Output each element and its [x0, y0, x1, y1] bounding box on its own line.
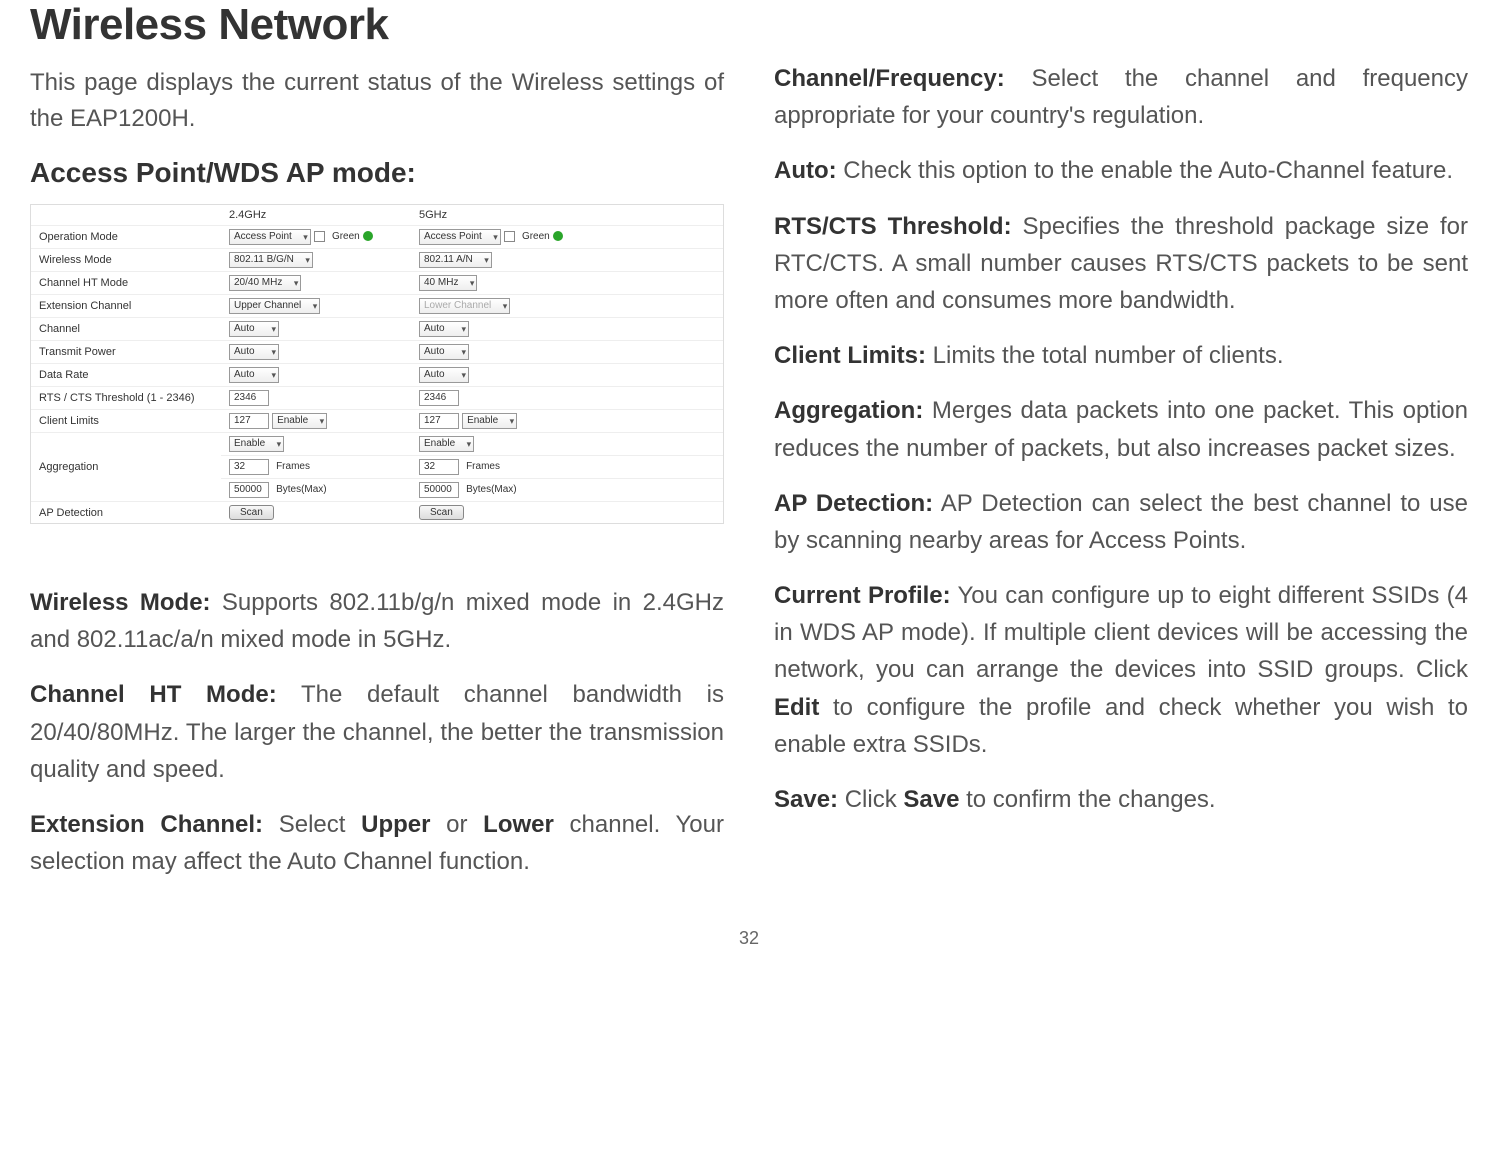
clients-24-input[interactable]: 127 [229, 413, 269, 429]
row-tx-power: Transmit Power [31, 341, 221, 364]
channel-ht-para: Channel HT Mode: The default channel ban… [30, 676, 724, 788]
curprof-label: Current Profile: [774, 582, 951, 609]
rts-24-input[interactable]: 2346 [229, 390, 269, 406]
upper-word: Upper [361, 811, 430, 838]
row-operation-mode: Operation Mode [31, 226, 221, 249]
col-5ghz: 5GHz [411, 205, 723, 226]
bytes-label: Bytes(Max) [466, 484, 517, 495]
mode-subheading: Access Point/WDS AP mode: [30, 157, 724, 189]
edit-word: Edit [774, 694, 819, 721]
extension-label: Extension Channel: [30, 811, 263, 838]
clients-5-enable[interactable]: Enable [462, 413, 517, 429]
channel-frequency-para: Channel/Frequency: Select the channel an… [774, 60, 1468, 134]
climits-text: Limits the total number of clients. [926, 342, 1284, 369]
save-text-2: to confirm the changes. [959, 786, 1215, 813]
green-checkbox-5[interactable] [504, 231, 515, 242]
agg-frames-5-input[interactable]: 32 [419, 459, 459, 475]
current-profile-para: Current Profile: You can configure up to… [774, 577, 1468, 763]
save-label: Save: [774, 786, 838, 813]
save-word: Save [903, 786, 959, 813]
ext-or: or [430, 811, 483, 838]
frames-label: Frames [276, 461, 310, 472]
clients-5-input[interactable]: 127 [419, 413, 459, 429]
agg-24-enable[interactable]: Enable [229, 436, 284, 452]
operation-mode-5-select[interactable]: Access Point [419, 229, 501, 245]
wireless-mode-para: Wireless Mode: Supports 802.11b/g/n mixe… [30, 584, 724, 658]
save-para: Save: Click Save to confirm the changes. [774, 781, 1468, 818]
green-checkbox-24[interactable] [314, 231, 325, 242]
bytes-label: Bytes(Max) [276, 484, 327, 495]
climits-label: Client Limits: [774, 342, 926, 369]
agg-5-enable[interactable]: Enable [419, 436, 474, 452]
ap-detection-para: AP Detection: AP Detection can select th… [774, 485, 1468, 559]
scan-24-button[interactable]: Scan [229, 505, 274, 520]
row-data-rate: Data Rate [31, 364, 221, 387]
wireless-mode-5-select[interactable]: 802.11 A/N [419, 252, 492, 268]
page-title: Wireless Network [30, 0, 724, 50]
aggregation-para: Aggregation: Merges data packets into on… [774, 392, 1468, 466]
auto-label: Auto: [774, 157, 837, 184]
channel-24-select[interactable]: Auto [229, 321, 279, 337]
txpower-24-select[interactable]: Auto [229, 344, 279, 360]
agg-frames-24-input[interactable]: 32 [229, 459, 269, 475]
auto-para: Auto: Check this option to the enable th… [774, 152, 1468, 189]
extension-5-select[interactable]: Lower Channel [419, 298, 510, 314]
frames-label: Frames [466, 461, 500, 472]
channel-ht-24-select[interactable]: 20/40 MHz [229, 275, 301, 291]
ext-text-1: Select [263, 811, 361, 838]
apdet-label: AP Detection: [774, 490, 933, 517]
row-channel: Channel [31, 318, 221, 341]
green-dot-icon [553, 231, 563, 241]
auto-text: Check this option to the enable the Auto… [837, 157, 1453, 184]
row-aggregation: Aggregation [31, 433, 221, 502]
datarate-24-select[interactable]: Auto [229, 367, 279, 383]
rts-para: RTS/CTS Threshold: Specifies the thresho… [774, 208, 1468, 320]
row-channel-ht: Channel HT Mode [31, 272, 221, 295]
wireless-mode-24-select[interactable]: 802.11 B/G/N [229, 252, 313, 268]
datarate-5-select[interactable]: Auto [419, 367, 469, 383]
intro-text: This page displays the current status of… [30, 65, 724, 137]
settings-screenshot: 2.4GHz 5GHz Operation Mode Access Point … [30, 204, 724, 524]
scan-5-button[interactable]: Scan [419, 505, 464, 520]
extension-24-select[interactable]: Upper Channel [229, 298, 320, 314]
save-text-1: Click [838, 786, 903, 813]
page-number: 32 [0, 928, 1498, 949]
row-wireless-mode: Wireless Mode [31, 249, 221, 272]
wireless-mode-label: Wireless Mode: [30, 589, 211, 616]
channel-ht-5-select[interactable]: 40 MHz [419, 275, 477, 291]
green-label-24: Green [332, 231, 360, 242]
agg-bytes-24-input[interactable]: 50000 [229, 482, 269, 498]
extension-channel-para: Extension Channel: Select Upper or Lower… [30, 806, 724, 880]
operation-mode-24-select[interactable]: Access Point [229, 229, 311, 245]
row-extension: Extension Channel [31, 295, 221, 318]
lower-word: Lower [483, 811, 554, 838]
green-dot-icon [363, 231, 373, 241]
col-24ghz: 2.4GHz [221, 205, 411, 226]
channel-5-select[interactable]: Auto [419, 321, 469, 337]
txpower-5-select[interactable]: Auto [419, 344, 469, 360]
rts-5-input[interactable]: 2346 [419, 390, 459, 406]
row-ap-detection: AP Detection [31, 502, 221, 524]
agg-bytes-5-input[interactable]: 50000 [419, 482, 459, 498]
client-limits-para: Client Limits: Limits the total number o… [774, 337, 1468, 374]
clients-24-enable[interactable]: Enable [272, 413, 327, 429]
agg-label: Aggregation: [774, 397, 923, 424]
green-label-5: Green [522, 231, 550, 242]
channel-ht-label: Channel HT Mode: [30, 681, 277, 708]
chfreq-label: Channel/Frequency: [774, 65, 1005, 92]
row-client-limits: Client Limits [31, 410, 221, 433]
curprof-text-2: to configure the profile and check wheth… [774, 694, 1468, 758]
row-rts: RTS / CTS Threshold (1 - 2346) [31, 387, 221, 410]
rts-label: RTS/CTS Threshold: [774, 213, 1012, 240]
